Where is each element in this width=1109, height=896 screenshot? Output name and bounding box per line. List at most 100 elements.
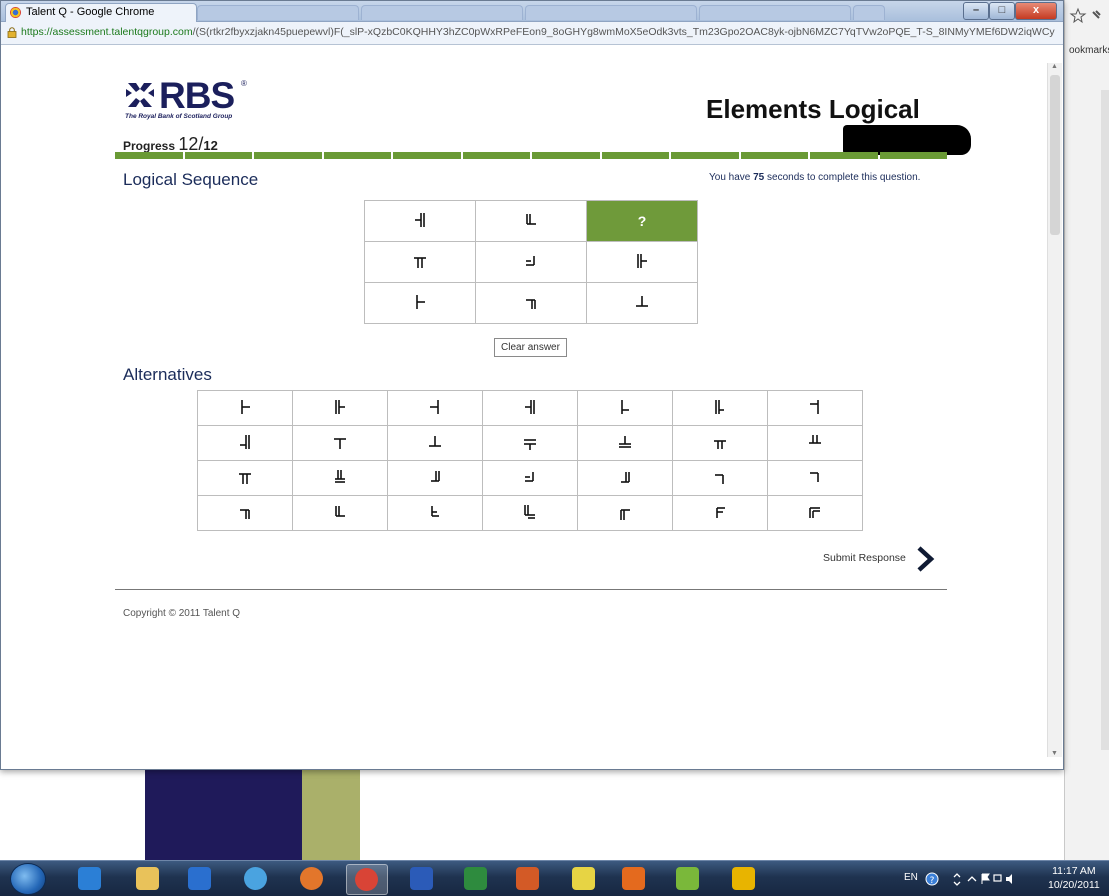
- double-top-left-high-symbol-icon: [809, 506, 820, 518]
- maximize-button[interactable]: □: [989, 2, 1015, 20]
- progress-label: Progress: [123, 139, 176, 153]
- alternative-option[interactable]: [672, 425, 768, 461]
- vertical-scrollbar[interactable]: ▲ ▼: [1047, 63, 1062, 757]
- url-host: https://assessment.talentqgroup.com: [21, 26, 193, 38]
- double-bottom-left-center-symbol-icon: [335, 469, 345, 483]
- paint-icon: [572, 867, 595, 890]
- alternative-option[interactable]: [197, 460, 293, 496]
- progress-segment: [462, 152, 530, 159]
- taskbar-paint-button[interactable]: [564, 864, 604, 893]
- single-bottom-symbol-icon: [636, 295, 648, 307]
- single-left-symbol-icon: [241, 399, 250, 414]
- logo-subtitle: The Royal Bank of Scotland Group: [125, 113, 233, 120]
- taskbar-internet-explorer-button[interactable]: [70, 864, 110, 893]
- taskbar-media-player-button[interactable]: [180, 864, 220, 893]
- taskbar-file-explorer-button[interactable]: [128, 864, 168, 893]
- alternative-option[interactable]: [577, 425, 673, 461]
- taskbar-chrome-button[interactable]: [346, 864, 388, 895]
- taskbar-firefox-button[interactable]: [292, 864, 332, 893]
- alternative-option[interactable]: [197, 425, 293, 461]
- taskbar-matlab-button[interactable]: [614, 864, 654, 893]
- chevron-right-icon[interactable]: [915, 545, 937, 573]
- background-tab[interactable]: [525, 5, 697, 20]
- alternative-option[interactable]: [387, 425, 483, 461]
- taskbar-word-button[interactable]: [402, 864, 442, 893]
- alternative-option[interactable]: [767, 460, 863, 496]
- media-player-icon: [188, 867, 211, 890]
- alternative-option[interactable]: [482, 425, 578, 461]
- taskbar-mindmap-app-button[interactable]: [724, 864, 764, 893]
- alternative-option[interactable]: [387, 495, 483, 531]
- alternative-option[interactable]: [387, 390, 483, 426]
- single-right-low-symbol-icon: [810, 399, 819, 414]
- single-top-bottom-symbol-icon: [524, 438, 536, 450]
- background-tab[interactable]: [361, 5, 523, 20]
- puzzle-row: ?: [364, 200, 698, 242]
- scroll-up-arrow-icon[interactable]: ▲: [1051, 63, 1058, 70]
- alternative-option[interactable]: [482, 460, 578, 496]
- minimize-button[interactable]: –: [963, 2, 989, 20]
- alternative-option[interactable]: [767, 495, 863, 531]
- new-tab-button[interactable]: [853, 5, 885, 20]
- progress-segment: [810, 152, 878, 159]
- scrollbar-thumb[interactable]: [1050, 75, 1060, 235]
- active-tab[interactable]: Talent Q - Google Chrome: [5, 3, 197, 22]
- alternative-option[interactable]: [292, 390, 388, 426]
- stats-app-icon: [676, 867, 699, 890]
- taskbar-messenger-button[interactable]: [236, 864, 276, 893]
- alternative-option[interactable]: [292, 425, 388, 461]
- close-button[interactable]: x: [1015, 2, 1057, 20]
- page-title: Elements Logical: [706, 94, 920, 124]
- alternative-option[interactable]: [197, 390, 293, 426]
- clock[interactable]: 11:17 AM 10/20/2011: [1048, 864, 1100, 892]
- address-bar[interactable]: https://assessment.talentqgroup.com/(S(r…: [1, 22, 1063, 45]
- single-left-low-symbol-icon: [621, 399, 629, 414]
- tray-icons[interactable]: ?: [924, 871, 1014, 887]
- taskbar-stats-app-button[interactable]: [668, 864, 708, 893]
- single-bottom-right-symbol-icon: [525, 471, 534, 482]
- puzzle-cell: [586, 241, 698, 283]
- alternative-option[interactable]: [197, 495, 293, 531]
- background-tab[interactable]: [197, 5, 359, 20]
- answer-slot[interactable]: ?: [586, 200, 698, 242]
- scroll-down-arrow-icon[interactable]: ▼: [1051, 750, 1058, 757]
- desktop-wallpaper-block-navy: [145, 760, 302, 860]
- alternative-option[interactable]: [292, 495, 388, 531]
- alternative-option[interactable]: [767, 425, 863, 461]
- background-tab[interactable]: [699, 5, 851, 20]
- alternative-option[interactable]: [482, 495, 578, 531]
- alternative-option[interactable]: [672, 495, 768, 531]
- alternative-option[interactable]: [577, 495, 673, 531]
- alternative-option[interactable]: [767, 390, 863, 426]
- alternative-option[interactable]: [672, 460, 768, 496]
- alternative-option[interactable]: [292, 460, 388, 496]
- single-bottom-left-symbol-icon: [431, 505, 439, 517]
- language-indicator[interactable]: EN: [904, 872, 918, 883]
- puzzle-cell: [475, 241, 587, 283]
- alternative-option[interactable]: [672, 390, 768, 426]
- timer-seconds: 75: [753, 172, 765, 183]
- alternative-option[interactable]: [577, 390, 673, 426]
- alternative-option[interactable]: [577, 460, 673, 496]
- puzzle-cell: [364, 241, 476, 283]
- alternatives-title: Alternatives: [123, 365, 212, 384]
- alternative-option[interactable]: [387, 460, 483, 496]
- double-top-right-symbol-icon: [526, 298, 536, 309]
- url-text[interactable]: https://assessment.talentqgroup.com/(S(r…: [21, 26, 1055, 38]
- taskbar-powerpoint-button[interactable]: [508, 864, 548, 893]
- single-left-symbol-icon: [416, 294, 425, 309]
- bookmark-star-icon[interactable]: [1069, 6, 1109, 26]
- answer-placeholder: ?: [637, 213, 647, 229]
- puzzle-cell: [475, 200, 587, 242]
- clear-answer-button[interactable]: Clear answer: [494, 338, 567, 357]
- progress-segment: [601, 152, 669, 159]
- double-top-low-symbol-icon: [714, 439, 726, 449]
- footer-divider: [115, 589, 947, 590]
- taskbar-excel-button[interactable]: [456, 864, 496, 893]
- redaction-mark: [843, 125, 971, 155]
- alternative-option[interactable]: [482, 390, 578, 426]
- internet-explorer-icon: [78, 867, 101, 890]
- double-bottom-right-symbol-icon: [431, 470, 440, 482]
- start-button[interactable]: [10, 863, 46, 895]
- svg-text:?: ?: [930, 876, 935, 886]
